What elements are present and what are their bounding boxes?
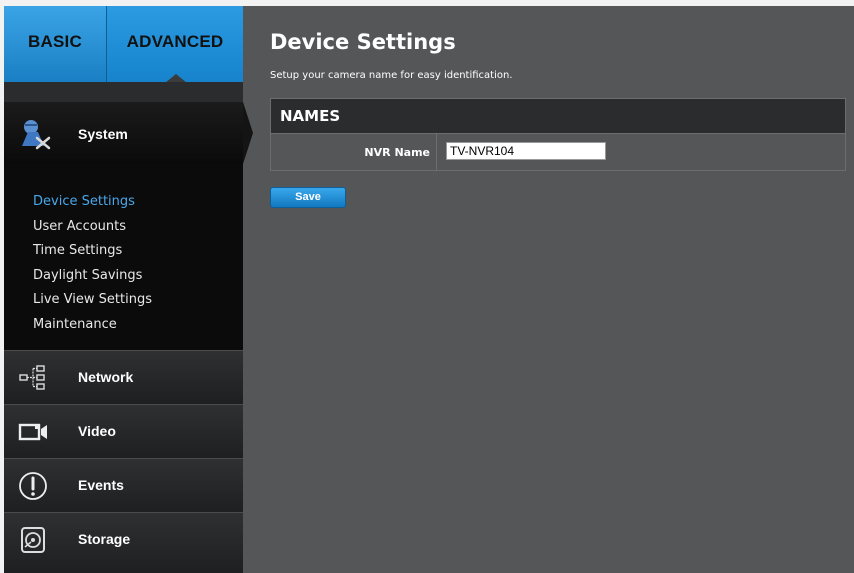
names-section: NAMES NVR Name [270, 98, 846, 171]
sidebar-item-network[interactable]: Network [4, 350, 243, 404]
sidebar-item-storage[interactable]: Storage [4, 512, 243, 573]
nvr-name-row: NVR Name [271, 133, 845, 171]
sidebar: BASIC ADVANCED System Device Settings Us… [4, 6, 243, 573]
system-tools-icon [22, 120, 51, 150]
nvr-name-label-text: NVR Name [364, 146, 430, 159]
sidebar-item-video[interactable]: Video [4, 404, 243, 458]
sidebar-item-system-label: System [78, 126, 128, 142]
save-button[interactable]: Save [270, 187, 346, 208]
submenu-live-view-settings[interactable]: Live View Settings [33, 288, 152, 313]
sidebar-item-network-label: Network [78, 369, 134, 385]
hard-drive-icon [21, 527, 45, 553]
nvr-name-label: NVR Name [271, 134, 437, 171]
page-subtitle: Setup your camera name for easy identifi… [270, 70, 513, 81]
sidebar-item-system[interactable]: System [4, 102, 243, 164]
sidebar-item-storage-label: Storage [78, 531, 131, 547]
page-title: Device Settings [270, 30, 456, 54]
sidebar-item-events-label: Events [78, 477, 124, 493]
network-tree-icon [19, 365, 45, 390]
nvr-name-field[interactable] [446, 142, 606, 160]
video-camera-icon [18, 423, 47, 441]
names-section-title: NAMES [271, 99, 845, 133]
tab-basic[interactable]: BASIC [4, 6, 107, 82]
app-window: BASIC ADVANCED System Device Settings Us… [4, 6, 854, 573]
main-content: Device Settings Setup your camera name f… [243, 6, 854, 573]
tab-advanced[interactable]: ADVANCED [107, 6, 243, 83]
submenu-maintenance[interactable]: Maintenance [33, 313, 152, 338]
submenu-device-settings[interactable]: Device Settings [33, 190, 152, 215]
sidebar-gap [4, 82, 243, 102]
submenu-time-settings[interactable]: Time Settings [33, 239, 152, 264]
tab-advanced-label: ADVANCED [126, 32, 224, 51]
system-submenu: Device Settings User Accounts Time Setti… [33, 190, 152, 337]
system-panel: System Device Settings User Accounts Tim… [4, 102, 243, 350]
sidebar-item-video-label: Video [78, 423, 116, 439]
submenu-daylight-savings[interactable]: Daylight Savings [33, 264, 152, 289]
alert-icon [19, 472, 47, 500]
mode-tabs: BASIC ADVANCED [4, 6, 243, 83]
submenu-user-accounts[interactable]: User Accounts [33, 215, 152, 240]
sidebar-item-events[interactable]: Events [4, 458, 243, 512]
